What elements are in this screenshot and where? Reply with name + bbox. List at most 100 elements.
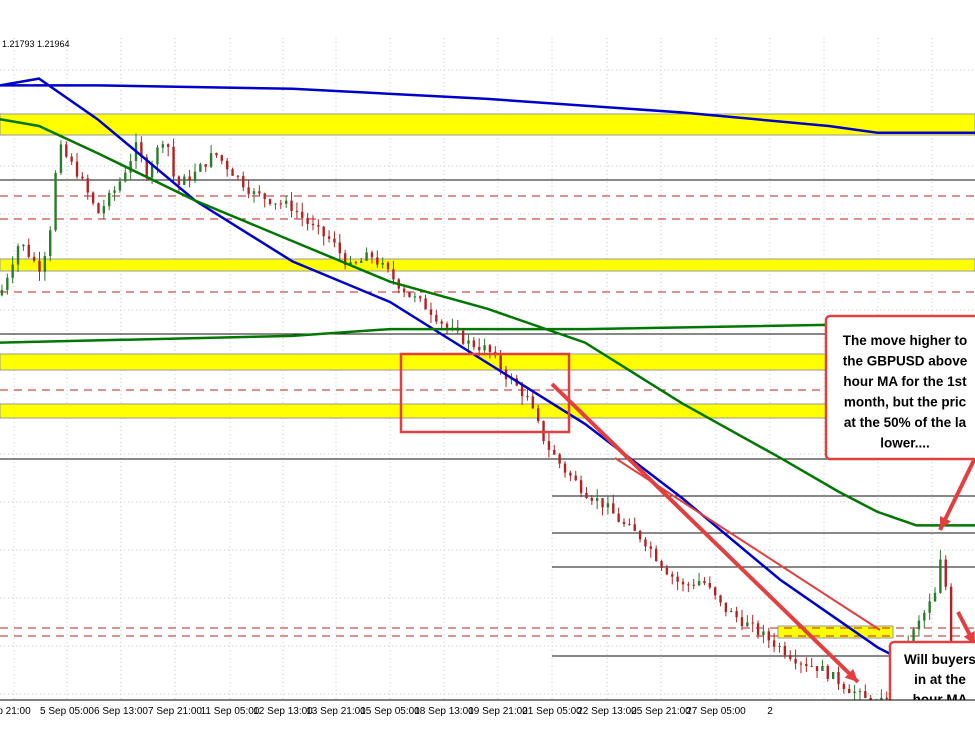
candle-body xyxy=(322,226,325,237)
candle-body xyxy=(81,176,84,179)
candle-body xyxy=(102,206,106,214)
candle-body xyxy=(687,584,690,586)
candle-body xyxy=(354,262,358,264)
ohlc-readout: 1.21793 1.21964 xyxy=(2,39,70,49)
candle-body xyxy=(0,289,4,296)
annotation-text-line: Will buyers xyxy=(904,652,975,667)
x-tick-label: 27 Sep 05:00 xyxy=(686,706,746,717)
candle-body xyxy=(193,171,197,181)
candle-body xyxy=(183,176,186,185)
candle-body xyxy=(70,156,73,162)
candle-body xyxy=(402,288,406,293)
candle-body xyxy=(290,200,293,212)
candle-body xyxy=(520,385,524,397)
candle-body xyxy=(939,559,942,593)
x-tick-label: 25 Sep 21:00 xyxy=(631,706,691,717)
candle-body xyxy=(408,292,411,298)
candle-body xyxy=(579,480,583,493)
candle-body xyxy=(306,217,309,224)
x-tick-label: 12 Sep 13:00 xyxy=(253,706,313,717)
candle-body xyxy=(730,611,733,613)
candle-body xyxy=(268,199,272,204)
candle-body xyxy=(821,665,824,671)
candle-body xyxy=(91,192,95,204)
candle-body xyxy=(831,672,835,679)
x-tick-label: 15 Sep 05:00 xyxy=(360,706,420,717)
candle-body xyxy=(16,246,20,265)
candle-body xyxy=(799,663,803,665)
candle-body xyxy=(295,211,299,213)
annotation-text-line: month, but the pric xyxy=(844,395,967,410)
x-tick-label: 2 xyxy=(767,706,773,717)
candle-body xyxy=(424,298,427,310)
x-tick-label: 5 Sep 05:00 xyxy=(40,706,94,717)
candle-body xyxy=(445,323,449,328)
candle-body xyxy=(537,408,540,422)
candle-body xyxy=(231,169,234,176)
candle-body xyxy=(65,144,68,157)
candle-body xyxy=(327,236,331,239)
candle-body xyxy=(311,223,315,226)
candle-body xyxy=(333,238,336,243)
candle-body xyxy=(54,172,57,231)
annotation-text-line: in at the xyxy=(914,672,966,687)
candle-body xyxy=(86,178,89,193)
x-tick-label: 21 Sep 05:00 xyxy=(522,706,582,717)
candle-body xyxy=(301,211,304,218)
candle-body xyxy=(440,321,443,324)
candle-body xyxy=(225,160,229,170)
price-chart[interactable]: The move higher to the GBPUSD above hour M… xyxy=(0,0,975,731)
candle-body xyxy=(177,176,181,185)
candle-body xyxy=(767,631,770,641)
candle-body xyxy=(756,623,760,636)
x-axis: p 21:00 5 Sep 05:00 6 Sep 13:00 7 Sep 21:00… xyxy=(0,699,975,731)
candle-body xyxy=(199,164,202,172)
x-tick-label: p 21:00 xyxy=(0,706,31,717)
candle-body xyxy=(762,631,765,636)
candle-body xyxy=(933,592,937,602)
candle-body xyxy=(215,153,218,156)
candle-body xyxy=(740,617,744,627)
candle-body xyxy=(848,688,851,694)
chart-svg[interactable]: The move higher to the GBPUSD above hour M… xyxy=(0,0,975,731)
candle-body xyxy=(783,645,787,656)
candle-body xyxy=(392,269,395,280)
candle-body xyxy=(38,260,41,272)
x-tick-label: 6 Sep 13:00 xyxy=(94,706,148,717)
candle-body xyxy=(810,666,813,668)
candle-body xyxy=(220,155,224,161)
candle-body xyxy=(719,595,722,603)
candle-body xyxy=(837,672,840,685)
candle-body xyxy=(595,498,599,501)
candle-body xyxy=(317,225,320,227)
candle-body xyxy=(644,539,647,547)
candle-body xyxy=(697,581,701,586)
candle-body xyxy=(467,340,470,344)
candle-body xyxy=(708,583,711,588)
candle-body xyxy=(6,277,9,290)
candle-body xyxy=(574,475,577,481)
candle-body xyxy=(97,203,100,214)
candle-body xyxy=(113,190,116,193)
candle-body xyxy=(917,620,921,630)
candle-body xyxy=(75,161,79,177)
candle-body xyxy=(49,230,52,257)
candle-body xyxy=(660,561,663,568)
candle-body xyxy=(601,498,604,508)
candle-body xyxy=(778,645,781,647)
yellow-zone xyxy=(0,258,975,272)
candle-body xyxy=(156,147,159,165)
candle-body xyxy=(531,396,535,409)
candle-body xyxy=(338,242,341,254)
candle-body xyxy=(413,296,417,298)
candle-body xyxy=(108,192,111,207)
candle-body xyxy=(274,203,277,205)
candle-body xyxy=(735,611,738,618)
candle-body xyxy=(365,252,368,261)
candle-body xyxy=(478,347,481,351)
candle-body xyxy=(794,658,797,664)
candle-body xyxy=(381,262,384,265)
candle-body xyxy=(622,521,626,525)
candle-body xyxy=(558,454,561,464)
candle-body xyxy=(842,684,846,689)
